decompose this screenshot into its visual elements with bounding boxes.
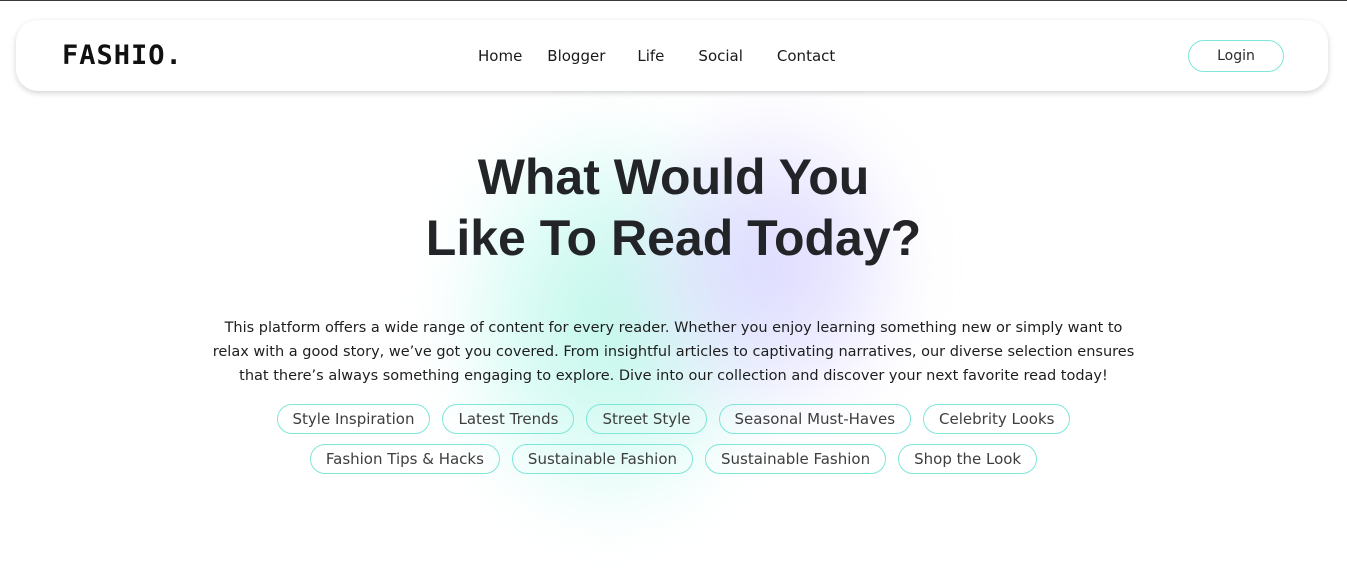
tag-sustainable-fashion[interactable]: Sustainable Fashion bbox=[511, 444, 694, 474]
tag-street-style[interactable]: Street Style bbox=[586, 404, 707, 434]
tag-celebrity-looks[interactable]: Celebrity Looks bbox=[923, 404, 1071, 434]
hero-description: This platform offers a wide range of con… bbox=[212, 320, 1135, 384]
hero-title: What Would You Like To Read Today? bbox=[0, 147, 1347, 269]
tag-row-1: Style Inspiration Latest Trends Street S… bbox=[0, 404, 1347, 434]
main-nav: Home Blogger Life Social Contact bbox=[478, 44, 835, 68]
login-button[interactable]: Login bbox=[1188, 40, 1284, 72]
hero-title-line-2: Like To Read Today? bbox=[425, 210, 922, 266]
nav-link-social[interactable]: Social bbox=[698, 44, 742, 68]
hero-title-line-1: What Would You bbox=[477, 149, 870, 205]
tag-row-2: Fashion Tips & Hacks Sustainable Fashion… bbox=[0, 444, 1347, 474]
nav-link-blogger[interactable]: Blogger bbox=[547, 44, 605, 68]
tag-seasonal-must-haves[interactable]: Seasonal Must-Haves bbox=[718, 404, 912, 434]
tag-fashion-tips-hacks[interactable]: Fashion Tips & Hacks bbox=[309, 444, 500, 474]
tag-shop-the-look[interactable]: Shop the Look bbox=[898, 444, 1038, 474]
nav-link-life[interactable]: Life bbox=[637, 44, 664, 68]
navbar: FASHIO. Home Blogger Life Social Contact… bbox=[16, 20, 1328, 91]
nav-link-home[interactable]: Home bbox=[478, 44, 522, 68]
nav-link-contact[interactable]: Contact bbox=[777, 44, 835, 68]
tag-sustainable-fashion-2[interactable]: Sustainable Fashion bbox=[705, 444, 887, 474]
logo[interactable]: FASHIO. bbox=[62, 40, 183, 72]
tag-latest-trends[interactable]: Latest Trends bbox=[442, 404, 575, 434]
tag-style-inspiration[interactable]: Style Inspiration bbox=[276, 404, 431, 434]
